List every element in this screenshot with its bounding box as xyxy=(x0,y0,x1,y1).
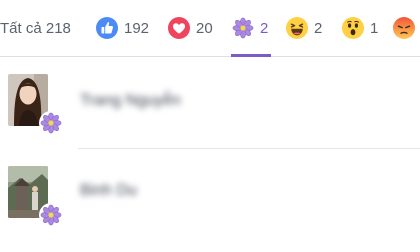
list-item[interactable]: Binh Du xyxy=(0,160,420,250)
tab-love-count: 20 xyxy=(196,19,213,37)
flower-icon xyxy=(40,112,62,134)
haha-icon xyxy=(286,17,308,39)
person-name[interactable]: Trang Nguyễn xyxy=(80,92,181,110)
tab-haha-count: 2 xyxy=(314,19,323,37)
love-icon xyxy=(168,17,190,39)
tab-all[interactable]: Tất cả 218 xyxy=(0,0,71,56)
like-icon xyxy=(96,17,118,39)
angry-icon xyxy=(393,17,415,39)
reaction-badge xyxy=(39,203,63,227)
divider xyxy=(78,148,420,149)
tab-like-count: 192 xyxy=(124,19,150,37)
tab-love[interactable]: 20 xyxy=(168,0,213,56)
tab-like[interactable]: 192 xyxy=(96,0,149,56)
tab-haha[interactable]: 2 xyxy=(286,0,322,56)
tab-all-label: Tất cả 218 xyxy=(0,19,71,37)
flower-icon xyxy=(40,204,62,226)
reaction-badge xyxy=(39,111,63,135)
tab-angry[interactable] xyxy=(393,0,415,56)
tab-wow[interactable]: 1 xyxy=(342,0,378,56)
list-item[interactable]: Trang Nguyễn xyxy=(0,68,420,148)
flower-icon xyxy=(232,17,254,39)
wow-icon xyxy=(342,17,364,39)
tab-wow-count: 1 xyxy=(370,19,379,37)
tab-flower-count: 2 xyxy=(260,19,269,37)
tab-flower[interactable]: 2 xyxy=(230,0,272,57)
person-name[interactable]: Binh Du xyxy=(80,182,137,200)
reaction-tabs: Tất cả 218 192 20 2 2 1 xyxy=(0,0,420,57)
